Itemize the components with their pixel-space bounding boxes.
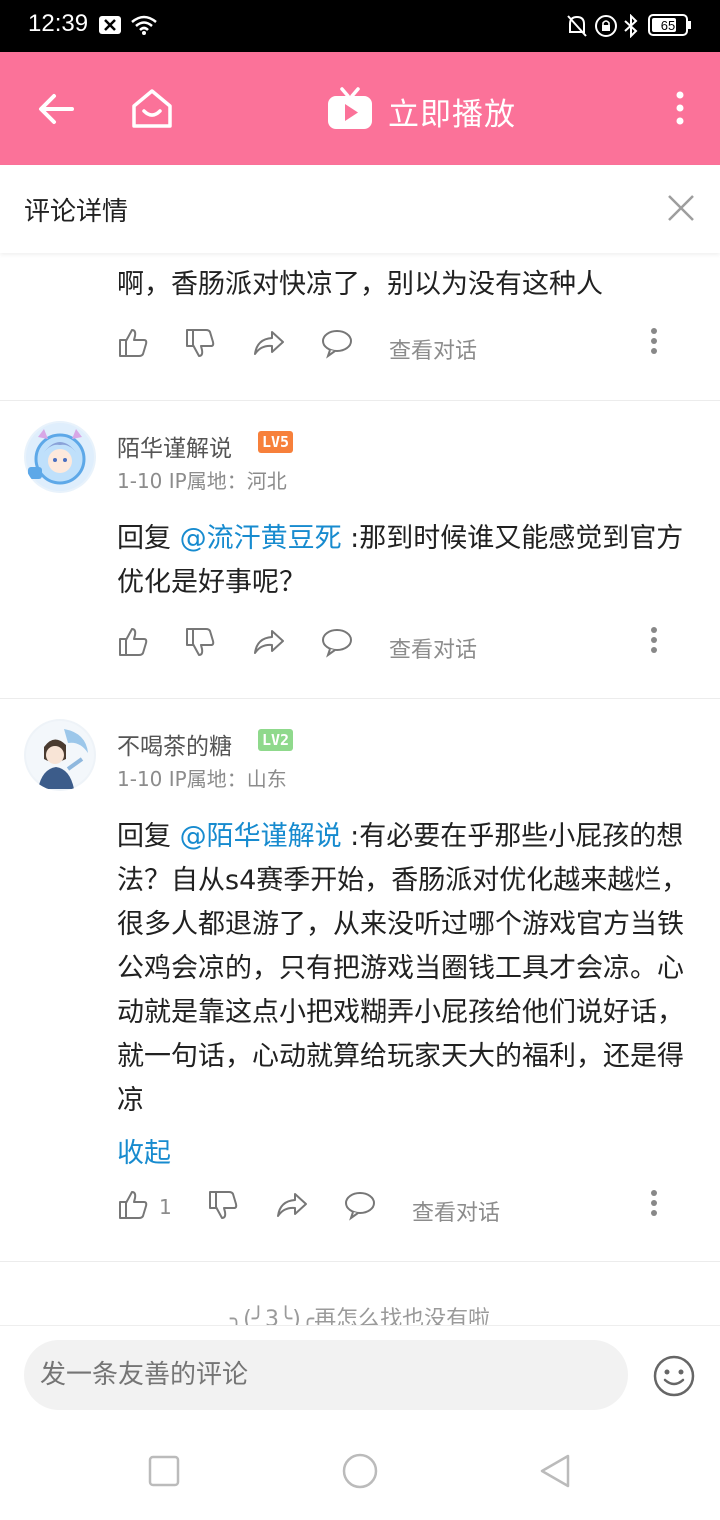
comment-meta: 1-10 IP属地：河北: [117, 465, 287, 494]
home-icon[interactable]: [130, 86, 174, 134]
home-circle-icon[interactable]: [341, 1452, 379, 1494]
comment-actions: 查看对话: [117, 626, 677, 666]
back-triangle-icon[interactable]: [538, 1453, 572, 1493]
svg-text:65: 65: [661, 18, 675, 33]
system-nav-bar: [0, 1425, 720, 1520]
list-item: 陌华谨解说 LV5 1-10 IP属地：河北 回复 @流汗黄豆死 :那到时候谁又…: [0, 401, 720, 698]
comment-detail-header: 评论详情: [0, 165, 720, 253]
back-arrow-icon[interactable]: [36, 92, 76, 130]
lock-rotation-icon: [594, 14, 618, 42]
end-of-list-note: ╮(╯3╰)╭再怎么找也没有啦: [229, 1307, 491, 1325]
more-vertical-icon[interactable]: [650, 1189, 658, 1221]
play-now-button[interactable]: 立即播放: [326, 86, 516, 136]
recent-apps-icon[interactable]: [148, 1455, 180, 1491]
close-icon[interactable]: [666, 193, 696, 227]
reply-prefix: 回复: [117, 523, 180, 554]
view-conversation-link[interactable]: 查看对话: [389, 632, 477, 664]
list-item: 不喝茶的糖 LV2 1-10 IP属地：山东 回复 @陌华谨解说 :有必要在乎那…: [0, 699, 720, 1261]
sim-x-icon: [98, 14, 122, 40]
username[interactable]: 不喝茶的糖: [117, 727, 232, 761]
emoji-icon[interactable]: [652, 1354, 696, 1402]
avatar[interactable]: [24, 421, 96, 493]
more-vertical-icon[interactable]: [674, 90, 686, 130]
view-conversation-link[interactable]: 查看对话: [389, 333, 477, 365]
like-count: 1: [159, 1195, 172, 1219]
wifi-icon: [130, 14, 158, 40]
comment-list[interactable]: 啊，香肠派对快凉了，别以为没有这种人 查看对话 陌华谨解说 LV5 1-10 I…: [0, 253, 720, 1325]
level-badge: LV2: [258, 729, 294, 751]
comment-date: 1-10: [117, 469, 163, 493]
comment-input[interactable]: [24, 1340, 628, 1410]
comment-date: 1-10: [117, 767, 163, 791]
comment-text: 啊，香肠派对快凉了，别以为没有这种人: [117, 269, 603, 300]
reply-prefix: 回复: [117, 821, 180, 852]
dislike-icon[interactable]: [184, 327, 216, 363]
tv-play-icon: [326, 87, 374, 135]
play-now-label: 立即播放: [388, 96, 516, 133]
app-bar: 立即播放: [0, 52, 720, 165]
comment-text: 回复 @陌华谨解说 :有必要在乎那些小屁孩的想法？自从s4赛季开始，香肠派对优化…: [117, 815, 702, 1123]
reply-icon[interactable]: [343, 1189, 377, 1225]
battery-icon: 65: [648, 12, 692, 42]
like-icon[interactable]: [117, 1189, 149, 1225]
divider: [0, 1261, 720, 1262]
share-icon[interactable]: [252, 327, 286, 363]
reply-icon[interactable]: [320, 626, 354, 662]
dislike-icon[interactable]: [207, 1189, 239, 1225]
avatar[interactable]: [24, 719, 96, 791]
comment-actions: 1 查看对话: [117, 1189, 677, 1229]
username[interactable]: 陌华谨解说: [117, 429, 232, 463]
dislike-icon[interactable]: [184, 626, 216, 662]
ip-location: IP属地：河北: [168, 469, 287, 493]
status-time: 12:39: [28, 10, 89, 37]
comment-input-bar: [0, 1325, 720, 1426]
bluetooth-icon: [622, 13, 640, 42]
reply-icon[interactable]: [320, 327, 354, 363]
share-icon[interactable]: [252, 626, 286, 662]
reply-content: :有必要在乎那些小屁孩的想法？自从s4赛季开始，香肠派对优化越来越烂，很多人都退…: [117, 821, 689, 1116]
mention-link[interactable]: @陌华谨解说: [180, 821, 342, 852]
comment-text: 回复 @流汗黄豆死 :那到时候谁又能感觉到官方优化是好事呢？: [117, 517, 702, 605]
comment-meta: 1-10 IP属地：山东: [117, 763, 287, 792]
more-vertical-icon[interactable]: [650, 626, 658, 658]
more-vertical-icon[interactable]: [650, 327, 658, 359]
view-conversation-link[interactable]: 查看对话: [412, 1195, 500, 1227]
mention-link[interactable]: @流汗黄豆死: [180, 523, 342, 554]
like-icon[interactable]: [117, 626, 149, 662]
list-item: 啊，香肠派对快凉了，别以为没有这种人 查看对话: [0, 253, 720, 401]
page-title: 评论详情: [24, 197, 129, 227]
like-icon[interactable]: [117, 327, 149, 363]
status-bar: 12:39 65: [0, 0, 720, 52]
collapse-link[interactable]: 收起: [117, 1131, 171, 1170]
mute-bell-icon: [566, 14, 588, 42]
share-icon[interactable]: [275, 1189, 309, 1225]
ip-location: IP属地：山东: [168, 767, 287, 791]
comment-actions: 查看对话: [117, 327, 677, 367]
level-badge: LV5: [258, 431, 294, 453]
